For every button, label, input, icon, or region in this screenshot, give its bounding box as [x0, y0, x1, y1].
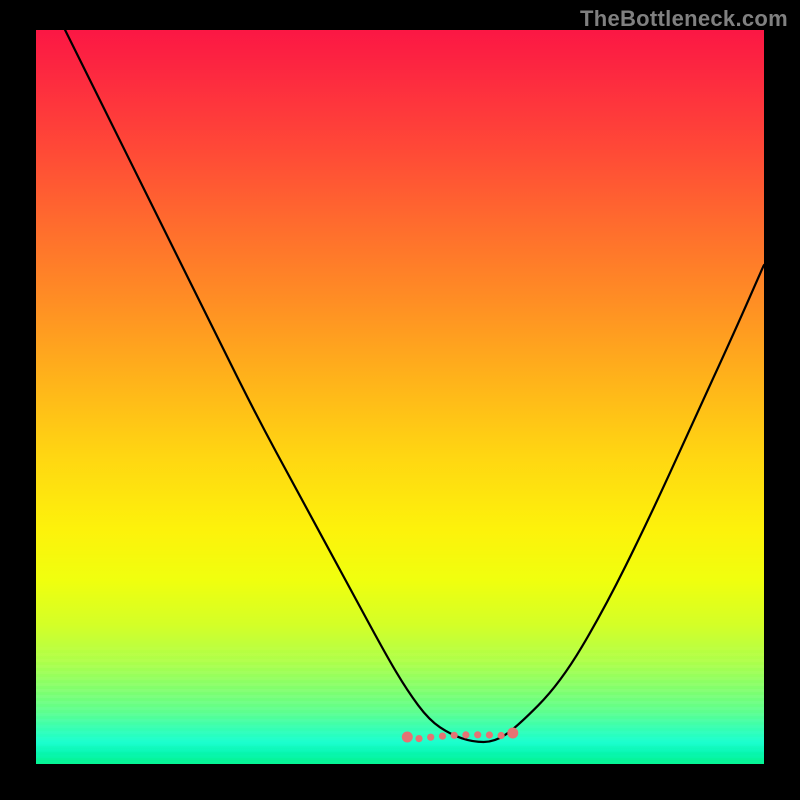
curve-layer: [36, 30, 764, 764]
bottleneck-curve: [36, 30, 764, 742]
watermark-text: TheBottleneck.com: [580, 6, 788, 32]
valley-floor-marker: [402, 728, 519, 743]
plot-area: [36, 30, 764, 764]
chart-frame: TheBottleneck.com: [0, 0, 800, 800]
